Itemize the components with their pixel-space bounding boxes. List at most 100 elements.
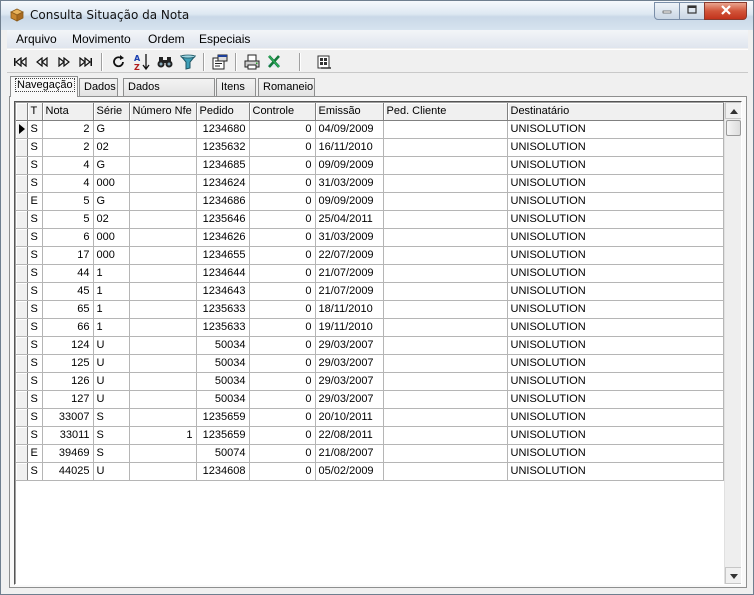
- table-cell[interactable]: 0: [249, 300, 316, 319]
- table-cell[interactable]: U: [93, 336, 130, 355]
- table-cell[interactable]: [129, 156, 197, 175]
- table-cell[interactable]: 33007: [42, 408, 94, 427]
- table-cell[interactable]: [383, 444, 508, 463]
- table-cell[interactable]: S: [27, 246, 43, 265]
- table-cell[interactable]: 0: [249, 336, 316, 355]
- table-cell[interactable]: 29/03/2007: [315, 354, 384, 373]
- table-row[interactable]: S 33011 S 1 1235659 0 22/08/2011 UNISOLUTION: [16, 426, 724, 445]
- table-cell[interactable]: [383, 426, 508, 445]
- table-cell[interactable]: [129, 192, 197, 211]
- table-cell[interactable]: 50074: [196, 444, 250, 463]
- column-header[interactable]: Série: [93, 103, 130, 121]
- row-indicator[interactable]: [16, 120, 28, 139]
- table-cell[interactable]: 31/03/2009: [315, 228, 384, 247]
- table-cell[interactable]: UNISOLUTION: [507, 210, 724, 229]
- table-cell[interactable]: 0: [249, 372, 316, 391]
- row-indicator[interactable]: [16, 336, 28, 355]
- scroll-thumb[interactable]: [726, 120, 741, 136]
- table-cell[interactable]: 17: [42, 246, 94, 265]
- table-cell[interactable]: S: [27, 210, 43, 229]
- table-cell[interactable]: E: [27, 192, 43, 211]
- table-row[interactable]: S 126 U 50034 0 29/03/2007 UNISOLUTION: [16, 372, 724, 391]
- table-row[interactable]: S 45 1 1234643 0 21/07/2009 UNISOLUTION: [16, 282, 724, 301]
- table-cell[interactable]: 18/11/2010: [315, 300, 384, 319]
- table-cell[interactable]: [129, 264, 197, 283]
- row-indicator[interactable]: [16, 318, 28, 337]
- table-cell[interactable]: 1234655: [196, 246, 250, 265]
- table-cell[interactable]: 29/03/2007: [315, 372, 384, 391]
- table-cell[interactable]: 44: [42, 264, 94, 283]
- table-cell[interactable]: S: [27, 462, 43, 481]
- table-cell[interactable]: G: [93, 156, 130, 175]
- table-cell[interactable]: UNISOLUTION: [507, 462, 724, 481]
- table-cell[interactable]: 02: [93, 210, 130, 229]
- table-cell[interactable]: 0: [249, 426, 316, 445]
- table-cell[interactable]: 0: [249, 354, 316, 373]
- row-indicator[interactable]: [16, 192, 28, 211]
- table-row[interactable]: S 127 U 50034 0 29/03/2007 UNISOLUTION: [16, 390, 724, 409]
- table-cell[interactable]: 65: [42, 300, 94, 319]
- table-cell[interactable]: [383, 462, 508, 481]
- table-cell[interactable]: S: [93, 444, 130, 463]
- table-cell[interactable]: 50034: [196, 390, 250, 409]
- table-cell[interactable]: [383, 120, 508, 139]
- sort-button[interactable]: AZ: [133, 53, 151, 71]
- table-row[interactable]: E 39469 S 50074 0 21/08/2007 UNISOLUTION: [16, 444, 724, 463]
- table-row[interactable]: S 44025 U 1234608 0 05/02/2009 UNISOLUTION: [16, 462, 724, 481]
- table-cell[interactable]: 1234643: [196, 282, 250, 301]
- table-cell[interactable]: [383, 300, 508, 319]
- table-cell[interactable]: S: [27, 156, 43, 175]
- minimize-button[interactable]: [654, 2, 680, 20]
- table-cell[interactable]: UNISOLUTION: [507, 408, 724, 427]
- last-record-button[interactable]: [77, 53, 95, 71]
- table-cell[interactable]: 22/07/2009: [315, 246, 384, 265]
- column-header[interactable]: Nota: [42, 103, 94, 121]
- table-cell[interactable]: 21/07/2009: [315, 264, 384, 283]
- table-cell[interactable]: 4: [42, 156, 94, 175]
- table-cell[interactable]: UNISOLUTION: [507, 192, 724, 211]
- tab-navegacao[interactable]: Navegação: [10, 76, 78, 97]
- table-cell[interactable]: 1234686: [196, 192, 250, 211]
- table-cell[interactable]: U: [93, 390, 130, 409]
- table-cell[interactable]: 124: [42, 336, 94, 355]
- table-cell[interactable]: 31/03/2009: [315, 174, 384, 193]
- table-cell[interactable]: 50034: [196, 372, 250, 391]
- column-header[interactable]: Ped. Cliente: [383, 103, 508, 121]
- table-cell[interactable]: [383, 318, 508, 337]
- table-cell[interactable]: E: [27, 444, 43, 463]
- table-cell[interactable]: [129, 174, 197, 193]
- refresh-button[interactable]: [110, 53, 128, 71]
- table-cell[interactable]: [129, 228, 197, 247]
- tab-itens[interactable]: Itens: [216, 78, 256, 96]
- table-cell[interactable]: 0: [249, 408, 316, 427]
- table-row[interactable]: S 6 000 1234626 0 31/03/2009 UNISOLUTION: [16, 228, 724, 247]
- table-cell[interactable]: UNISOLUTION: [507, 120, 724, 139]
- table-cell[interactable]: UNISOLUTION: [507, 174, 724, 193]
- row-indicator[interactable]: [16, 156, 28, 175]
- table-cell[interactable]: S: [27, 426, 43, 445]
- table-cell[interactable]: 29/03/2007: [315, 390, 384, 409]
- table-cell[interactable]: UNISOLUTION: [507, 138, 724, 157]
- table-cell[interactable]: 0: [249, 192, 316, 211]
- table-cell[interactable]: U: [93, 354, 130, 373]
- table-cell[interactable]: 5: [42, 192, 94, 211]
- table-cell[interactable]: 1234644: [196, 264, 250, 283]
- table-row[interactable]: S 66 1 1235633 0 19/11/2010 UNISOLUTION: [16, 318, 724, 337]
- table-cell[interactable]: [129, 444, 197, 463]
- table-cell[interactable]: [383, 282, 508, 301]
- table-cell[interactable]: 1234685: [196, 156, 250, 175]
- table-cell[interactable]: [383, 156, 508, 175]
- table-cell[interactable]: 0: [249, 282, 316, 301]
- tab-romaneio[interactable]: Romaneio: [258, 78, 315, 96]
- table-cell[interactable]: 0: [249, 138, 316, 157]
- table-cell[interactable]: 0: [249, 156, 316, 175]
- table-cell[interactable]: 0: [249, 318, 316, 337]
- table-cell[interactable]: 29/03/2007: [315, 336, 384, 355]
- table-cell[interactable]: 20/10/2011: [315, 408, 384, 427]
- table-cell[interactable]: S: [27, 336, 43, 355]
- table-cell[interactable]: 33011: [42, 426, 94, 445]
- table-cell[interactable]: 000: [93, 228, 130, 247]
- table-cell[interactable]: 21/07/2009: [315, 282, 384, 301]
- table-cell[interactable]: 50034: [196, 336, 250, 355]
- table-cell[interactable]: UNISOLUTION: [507, 300, 724, 319]
